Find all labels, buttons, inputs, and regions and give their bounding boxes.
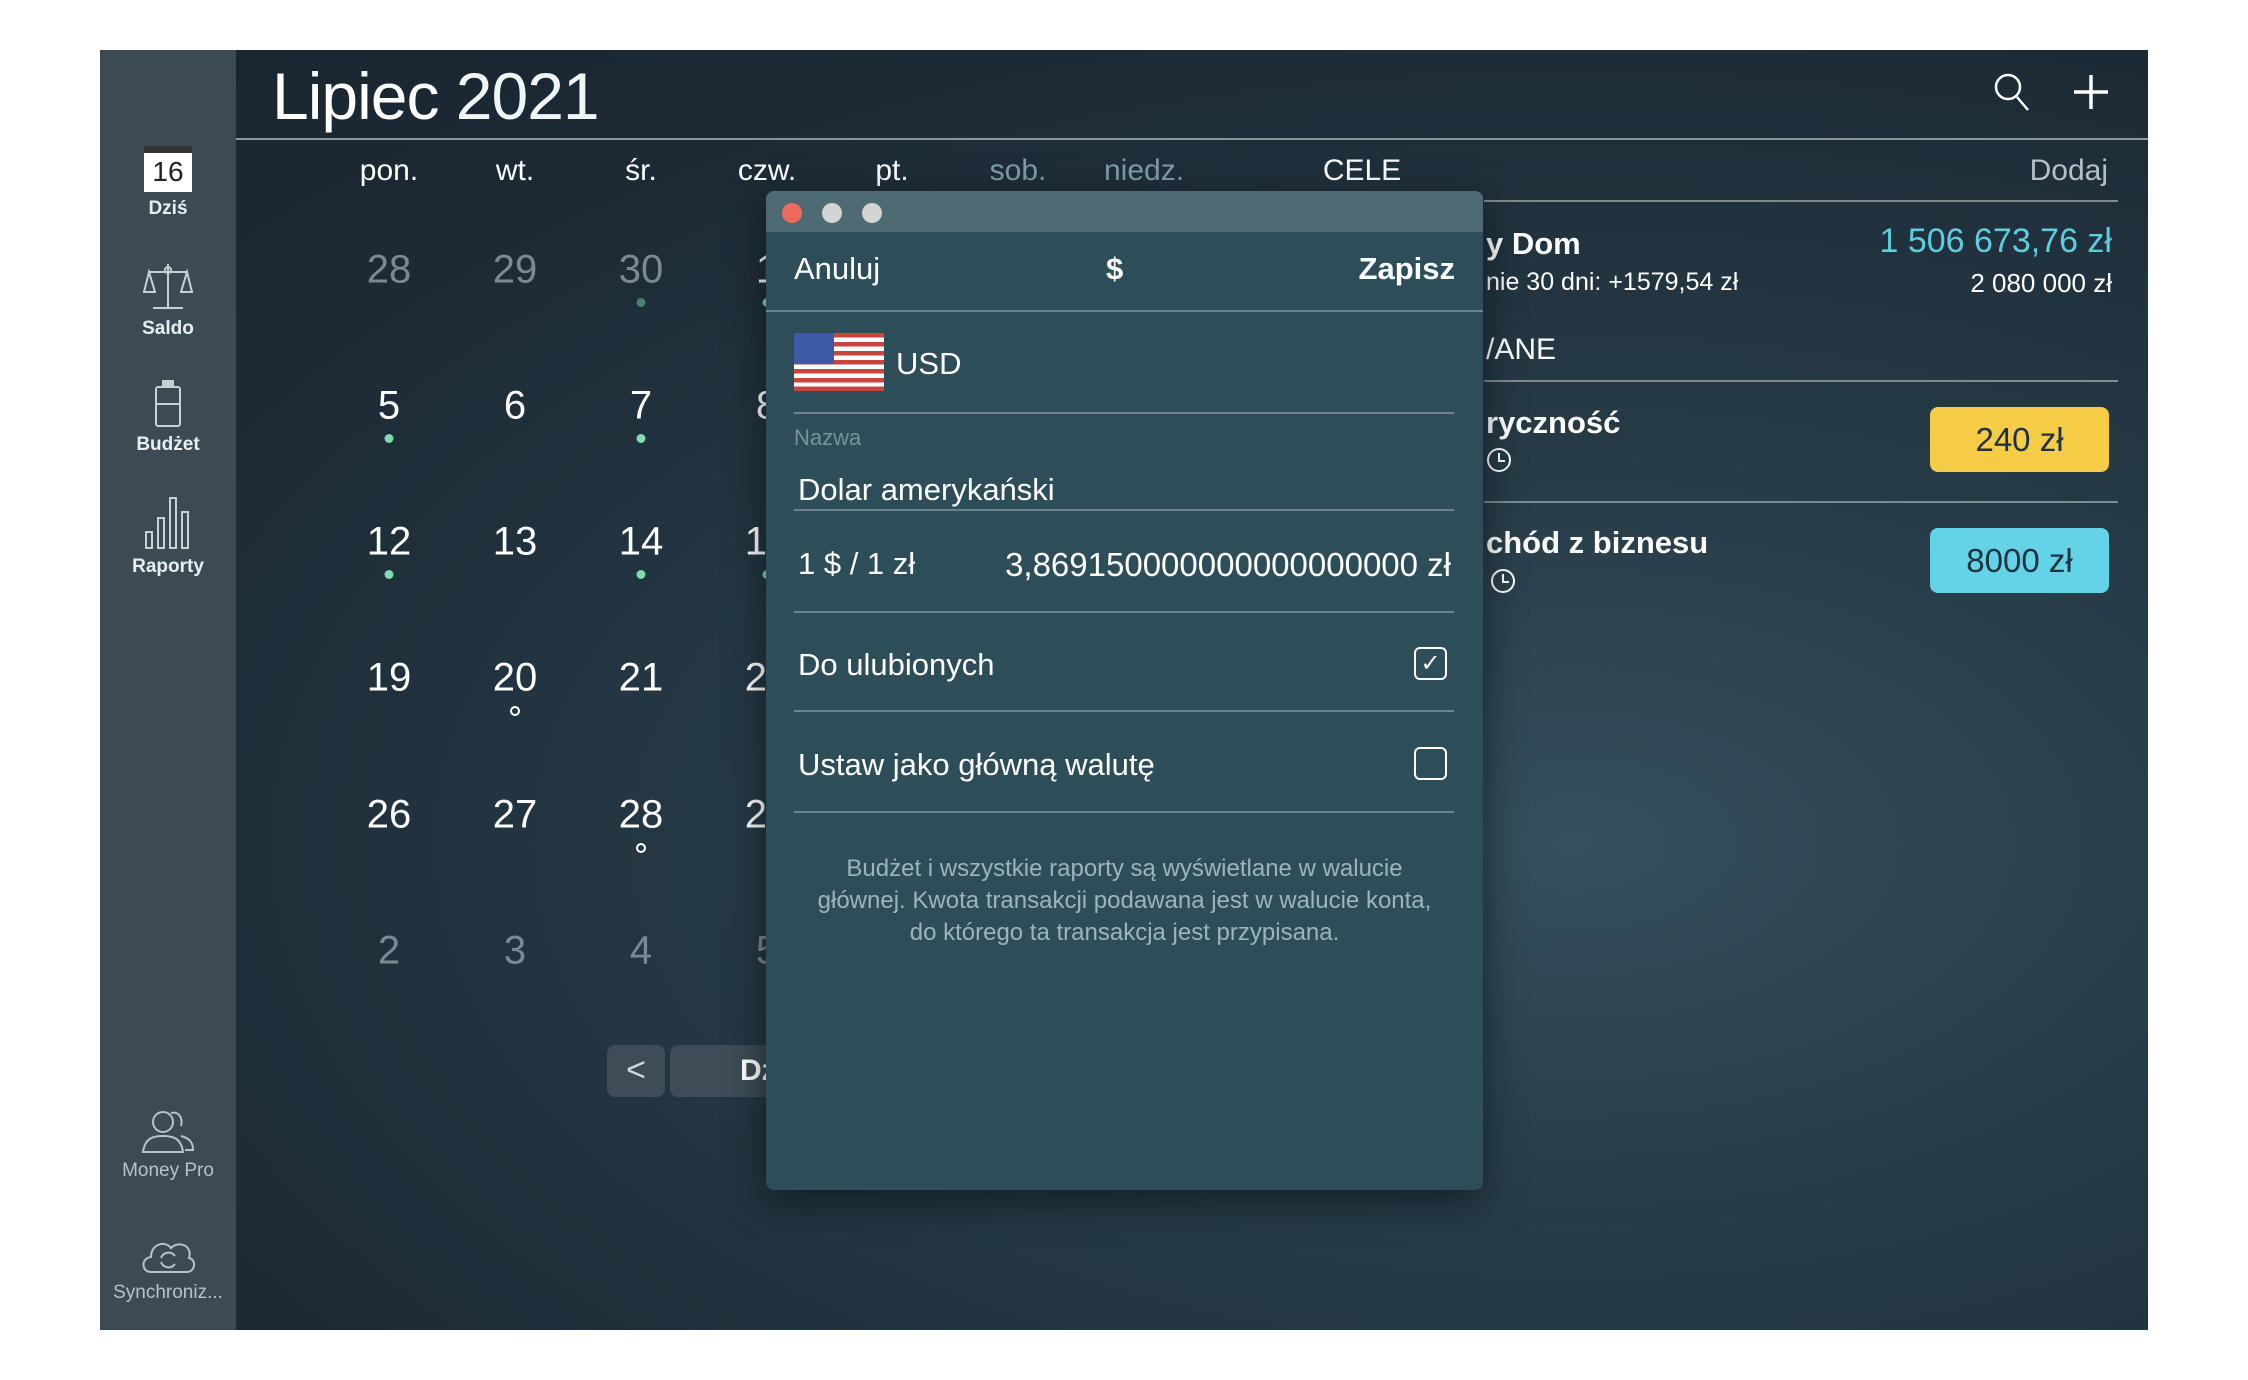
currency-code[interactable]: USD [896, 346, 961, 382]
goals-title: CELE [1322, 154, 1402, 187]
currency-dialog: Anuluj $ Zapisz USD Nazwa Dolar amerykań… [766, 191, 1483, 1190]
weekday-label: wt. [495, 154, 535, 187]
dialog-titlebar [766, 191, 1483, 232]
event-dot [636, 298, 646, 307]
calendar-day[interactable]: 3 [504, 929, 526, 974]
divider [794, 412, 1454, 414]
weekday-label: pt. [875, 154, 909, 187]
sidebar-item-label: Saldo [142, 318, 194, 339]
sidebar-item-label: Dziś [148, 198, 188, 219]
account-balance: 1 506 673,76 zł [1879, 222, 2112, 260]
calendar-day[interactable]: 28 [619, 793, 664, 838]
event-dot [636, 843, 646, 853]
goal-name: chód z biznesu [1486, 525, 1709, 560]
account-subtitle: nie 30 dni: +1579,54 zł [1486, 268, 1739, 296]
zoom-button[interactable] [862, 203, 882, 223]
calendar-day[interactable]: 12 [367, 520, 412, 565]
weekday-label: sob. [989, 154, 1047, 187]
prev-month-button[interactable]: < [607, 1045, 665, 1097]
favorite-label: Do ulubionych [798, 647, 995, 682]
divider [794, 611, 1454, 613]
calendar-day[interactable]: 30 [619, 248, 664, 293]
sidebar-item-money-pro[interactable]: Money Pro [100, 1108, 236, 1182]
budget-icon [155, 380, 181, 427]
main-currency-checkbox[interactable] [1414, 747, 1447, 780]
divider [766, 310, 1483, 312]
save-button[interactable]: Zapisz [1359, 251, 1455, 287]
divider [794, 710, 1454, 712]
calendar-day[interactable]: 5 [378, 384, 400, 429]
divider [1484, 200, 2118, 202]
weekday-label: śr. [625, 154, 657, 187]
event-dot [384, 434, 394, 443]
divider [794, 811, 1454, 813]
divider [1484, 501, 2118, 503]
calendar-day[interactable]: 6 [504, 384, 526, 429]
sidebar: 16 Dziś Saldo Budżet Raporty Money Pro S… [100, 50, 236, 1330]
divider [1484, 380, 2118, 382]
section-title: /ANE [1486, 333, 1557, 366]
search-icon[interactable] [1993, 72, 2031, 112]
name-label: Nazwa [794, 425, 862, 450]
sidebar-item-label: Budżet [136, 434, 200, 455]
header-divider [236, 138, 2148, 140]
favorite-checkbox[interactable]: ✓ [1414, 647, 1447, 680]
bar-chart-icon [145, 497, 189, 549]
sidebar-item-budget[interactable]: Budżet [100, 380, 236, 456]
calendar-day[interactable]: 27 [493, 793, 538, 838]
account-name: y Dom [1486, 226, 1581, 261]
calendar-day[interactable]: 20 [493, 656, 538, 701]
calendar-day[interactable]: 7 [630, 384, 652, 429]
divider [794, 509, 1454, 511]
close-button[interactable] [782, 203, 802, 223]
currency-symbol: $ [1106, 251, 1124, 286]
event-dot [384, 570, 394, 579]
sidebar-item-label: Synchroniz... [113, 1282, 223, 1303]
sidebar-item-label: Money Pro [122, 1160, 214, 1181]
goal-amount-button[interactable]: 240 zł [1930, 407, 2109, 472]
us-flag-icon[interactable] [794, 333, 884, 391]
calendar-day[interactable]: 19 [367, 656, 412, 701]
calendar-day[interactable]: 21 [619, 656, 664, 701]
sidebar-item-today[interactable]: 16 Dziś [100, 146, 236, 220]
scale-icon [143, 264, 193, 309]
rate-input[interactable]: 3,869150000000000000000 zł [1005, 546, 1451, 584]
minimize-button[interactable] [822, 203, 842, 223]
goal-amount-button[interactable]: 8000 zł [1930, 528, 2109, 593]
rate-label: 1 $ / 1 zł [798, 546, 916, 581]
main-currency-label: Ustaw jako główną walutę [798, 747, 1155, 782]
add-goal-button[interactable]: Dodaj [2030, 154, 2108, 188]
calendar-day[interactable]: 14 [619, 520, 664, 565]
sidebar-item-reports[interactable]: Raporty [100, 496, 236, 578]
clock-icon [1491, 569, 1515, 593]
event-dot [510, 706, 520, 716]
app-window: 16 Dziś Saldo Budżet Raporty Money Pro S… [100, 50, 2148, 1330]
sidebar-item-saldo[interactable]: Saldo [100, 260, 236, 340]
clock-icon [1487, 448, 1511, 472]
sidebar-item-sync[interactable]: Synchroniz... [100, 1232, 236, 1304]
weekday-label: pon. [359, 154, 419, 187]
name-input[interactable]: Dolar amerykański [798, 472, 1055, 508]
account-target: 2 080 000 zł [1970, 268, 2112, 298]
page-title: Lipiec 2021 [272, 59, 600, 133]
sidebar-item-label: Raporty [132, 556, 204, 577]
plus-icon[interactable] [2072, 72, 2110, 112]
calendar-day[interactable]: 26 [367, 793, 412, 838]
cloud-sync-icon [142, 1242, 195, 1273]
cancel-button[interactable]: Anuluj [794, 251, 880, 287]
event-dot [636, 434, 646, 443]
calendar-day[interactable]: 13 [493, 520, 538, 565]
calendar-icon: 16 [144, 146, 192, 192]
calendar-day[interactable]: 29 [493, 248, 538, 293]
calendar-day[interactable]: 2 [378, 929, 400, 974]
weekday-label: czw. [737, 154, 797, 187]
event-dot [636, 570, 646, 579]
calendar-day[interactable]: 4 [630, 929, 652, 974]
goal-name: ryczność [1486, 405, 1621, 440]
users-icon [141, 1111, 195, 1153]
weekday-label: niedz. [1103, 154, 1185, 187]
info-note: Budżet i wszystkie raporty są wyświetlan… [817, 855, 1432, 946]
calendar-day[interactable]: 28 [367, 248, 412, 293]
